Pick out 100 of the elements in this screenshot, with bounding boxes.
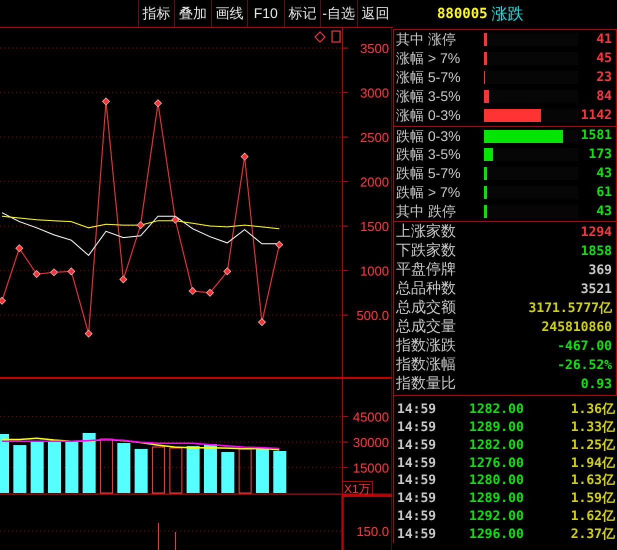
axis-label: 1000 [360, 264, 389, 278]
data-point [223, 267, 232, 276]
stat-value: 3521 [580, 280, 612, 299]
tick-volume: 1.63亿 [570, 472, 615, 490]
count-value: 45 [596, 50, 612, 68]
tick-volume: 1.36亿 [570, 401, 615, 420]
stat-value: -467.00 [557, 338, 612, 356]
stat-label: 上涨家数 [396, 222, 456, 242]
indicator-bar [158, 522, 159, 550]
count-value: 84 [596, 88, 612, 106]
toolbar-button[interactable]: 返回 [356, 0, 393, 27]
count-value: 173 [588, 146, 612, 164]
tick-volume: 1.33亿 [570, 418, 615, 437]
data-point [84, 330, 93, 338]
tick-price: 1289.00 [469, 490, 524, 508]
stat-value: 1294 [580, 224, 612, 242]
toolbar-button[interactable]: F10 [247, 0, 284, 27]
axis-label: 45000 [352, 410, 389, 424]
count-value: 61 [596, 184, 612, 202]
data-point [32, 270, 41, 278]
count-value: 1581 [580, 127, 612, 146]
axis-label: 1500 [360, 219, 389, 234]
toolbar-button[interactable]: -自选 [320, 0, 356, 27]
count-value: 1142 [580, 106, 612, 125]
data-point [240, 152, 249, 161]
data-point [119, 275, 128, 284]
axis-label: 3000 [360, 86, 389, 101]
axis-label: 500.0 [356, 308, 389, 323]
axis-label: 15000 [352, 460, 389, 476]
range-label: 跌幅 5-7% [396, 164, 462, 183]
tick-volume: 1.25亿 [570, 436, 615, 455]
stat-value: 369 [588, 262, 612, 280]
diamond-icon [314, 31, 326, 43]
range-label: 跌幅 0-3% [396, 126, 462, 146]
data-point [171, 216, 180, 224]
panel-toggle-icon[interactable] [332, 30, 340, 42]
tick-time: 14:59 [397, 490, 438, 508]
tick-volume: 1.94亿 [570, 454, 615, 473]
count-value: 23 [596, 68, 612, 87]
toolbar-button[interactable]: 标记 [284, 0, 320, 27]
tick-price: 1282.00 [469, 401, 524, 420]
tick-time: 14:59 [397, 508, 438, 526]
data-point [275, 240, 284, 249]
range-label: 跌幅 3-5% [396, 145, 462, 164]
axis-label: 150.0 [356, 524, 389, 539]
tick-time: 14:59 [397, 454, 438, 473]
tick-volume: 1.59亿 [570, 490, 615, 508]
data-point [206, 288, 214, 297]
stat-label: 总成交量 [396, 317, 456, 338]
data-point [136, 221, 145, 230]
range-label: 其中 涨停 [396, 30, 457, 49]
tick-price: 1276.00 [469, 454, 524, 473]
stat-label: 总成交额 [396, 298, 456, 318]
range-label: 涨幅 3-5% [396, 87, 462, 106]
data-point [67, 267, 76, 276]
stat-label: 指数量比 [396, 374, 456, 394]
range-label: 其中 跌停 [396, 202, 457, 221]
index-code: 880005 [437, 5, 488, 24]
data-point [102, 97, 110, 106]
count-value: 43 [596, 202, 612, 221]
stat-value: -26.52% [557, 356, 612, 375]
axis-label: 2500 [360, 130, 389, 146]
count-value: 41 [596, 30, 612, 49]
toolbar-button[interactable]: 画线 [210, 0, 247, 27]
data-point [15, 244, 24, 252]
stat-label: 指数涨跌 [396, 336, 456, 356]
tick-price: 1289.00 [469, 418, 524, 437]
range-label: 涨幅 > 7% [396, 49, 462, 68]
count-value: 43 [596, 164, 612, 183]
stat-value: 1858 [580, 242, 612, 261]
tick-volume: 1.62亿 [570, 508, 615, 526]
data-point [154, 99, 162, 108]
data-point [50, 268, 58, 276]
range-label: 跌幅 > 7% [396, 183, 462, 202]
stat-label: 总品种数 [396, 279, 456, 299]
toolbar-button[interactable]: 指标 [138, 0, 174, 27]
stat-label: 指数涨幅 [396, 355, 456, 376]
stat-label: 下跌家数 [396, 241, 456, 262]
axis-label: 30000 [352, 435, 389, 450]
range-label: 涨幅 0-3% [396, 106, 462, 125]
unit-label: X1万 [342, 481, 373, 495]
axis-label: 3500 [360, 41, 389, 56]
indicator-bar [175, 532, 176, 550]
toolbar-button[interactable]: 叠加 [174, 0, 210, 27]
stat-value: 0.93 [580, 376, 612, 394]
tick-price: 1296.00 [469, 526, 524, 544]
tick-time: 14:59 [397, 526, 438, 544]
range-label: 涨幅 5-7% [396, 68, 462, 87]
data-point [258, 318, 266, 326]
tick-time: 14:59 [397, 436, 438, 455]
panel-title: 涨跌 [492, 4, 524, 24]
tick-volume: 2.37亿 [570, 526, 615, 544]
stat-value: 3171.5777亿 [528, 300, 612, 318]
data-point [0, 296, 6, 305]
axis-label: 2000 [360, 174, 389, 190]
tick-time: 14:59 [397, 401, 438, 420]
tick-price: 1280.00 [469, 472, 524, 490]
tick-time: 14:59 [397, 472, 438, 490]
stat-value: 245810860 [542, 318, 612, 337]
stat-label: 平盘停牌 [396, 260, 456, 280]
